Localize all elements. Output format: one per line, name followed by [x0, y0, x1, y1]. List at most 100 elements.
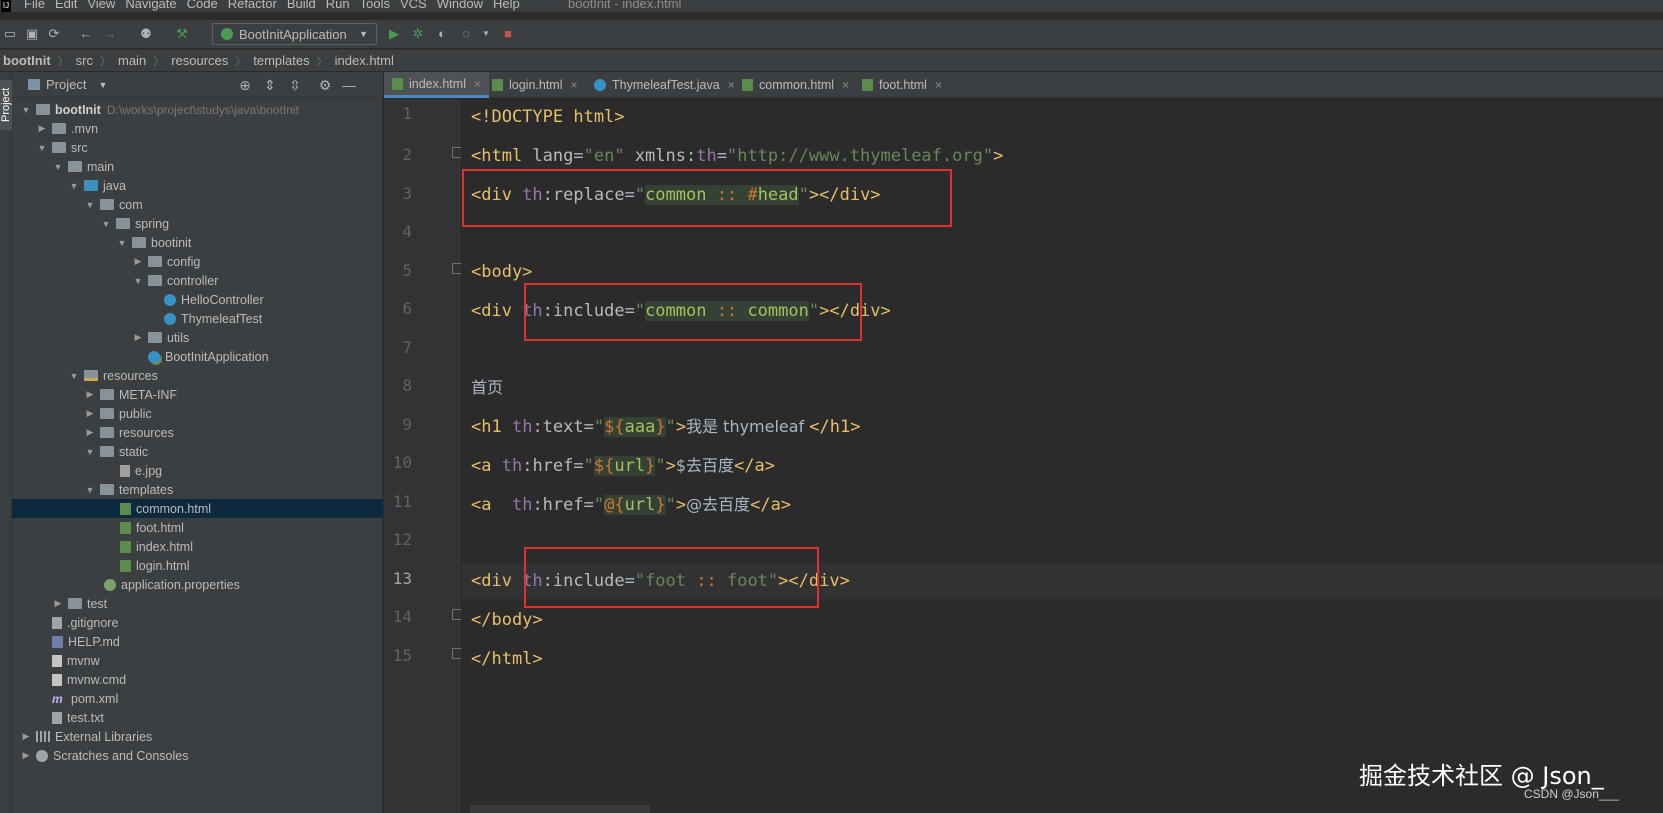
line-number: 11 [392, 492, 412, 511]
tree-item-static[interactable]: ▼ static [12, 442, 383, 461]
tree-item-resources-sub[interactable]: ▶ resources [12, 423, 383, 442]
tree-item-java[interactable]: ▼ java [12, 176, 383, 195]
tree-item-hellocontroller[interactable]: HelloController [12, 290, 383, 309]
close-icon[interactable]: × [571, 78, 578, 92]
close-icon[interactable]: × [842, 78, 849, 92]
debug-bug-icon[interactable]: ✲ [408, 24, 428, 44]
build-hammer-icon[interactable]: ⚒ [172, 24, 192, 44]
tree-item-templates[interactable]: ▼ templates [12, 480, 383, 499]
back-arrow-icon[interactable]: ← [76, 24, 96, 44]
tree-item-bootinit[interactable]: ▼ bootInit D:\works\project\studys\java\bo… [12, 100, 383, 119]
tree-label: controller [167, 273, 219, 288]
tree-item-main[interactable]: ▼ main [12, 157, 383, 176]
stop-icon[interactable]: ■ [498, 24, 518, 44]
menu-file[interactable]: File [24, 0, 45, 11]
tree-item-login-html[interactable]: login.html [12, 556, 383, 575]
tree-item-bootinit-package[interactable]: ▼ bootinit [12, 233, 383, 252]
sync-icon[interactable]: ⟳ [44, 24, 64, 44]
tree-item-mvnw[interactable]: mvnw [12, 651, 383, 670]
tree-item-meta-inf[interactable]: ▶ META-INF [12, 385, 383, 404]
open-folder-icon[interactable]: ▭ [0, 24, 20, 44]
close-icon[interactable]: × [935, 78, 942, 92]
tree-item-bootinitapplication[interactable]: BootInitApplication [12, 347, 383, 366]
menu-view[interactable]: View [87, 0, 115, 11]
expand-all-icon[interactable]: ⇕ [261, 76, 279, 94]
html-file-icon [120, 502, 131, 515]
breadcrumb-file[interactable]: index.html [335, 53, 394, 68]
tab-index-html[interactable]: index.html × [384, 72, 489, 98]
tab-common-html[interactable]: common.html × [734, 72, 857, 98]
menu-run[interactable]: Run [326, 0, 350, 11]
tree-label: config [167, 254, 201, 269]
breadcrumb-src[interactable]: src [76, 53, 93, 68]
tree-item-application-properties[interactable]: application.properties [12, 575, 383, 594]
tree-item-e-jpg[interactable]: e.jpg [12, 461, 383, 480]
chevron-down-icon: ▼ [69, 180, 79, 191]
tree-label: BootInitApplication [165, 349, 269, 364]
tree-label: resources [103, 368, 158, 383]
forward-arrow-icon[interactable]: → [100, 24, 120, 44]
tree-item-mvnw-cmd[interactable]: mvnw.cmd [12, 670, 383, 689]
tree-item-public[interactable]: ▶ public [12, 404, 383, 423]
menu-code[interactable]: Code [187, 0, 218, 11]
breadcrumb-resources[interactable]: resources [171, 53, 228, 68]
menu-navigate[interactable]: Navigate [125, 0, 176, 11]
tree-item-utils[interactable]: ▶ utils [12, 328, 383, 347]
coverage-icon[interactable]: ◐ [432, 24, 452, 44]
tree-item-com[interactable]: ▼ com [12, 195, 383, 214]
breadcrumb-templates[interactable]: templates [253, 53, 309, 68]
save-all-icon[interactable]: ▣ [22, 24, 42, 44]
menu-edit[interactable]: Edit [55, 0, 77, 11]
run-configuration-select[interactable]: BootInitApplication ▼ [212, 23, 377, 45]
run-icon[interactable]: ▶ [384, 24, 404, 44]
tree-item-foot-html[interactable]: foot.html [12, 518, 383, 537]
close-icon[interactable]: × [474, 77, 481, 91]
tree-item-gitignore[interactable]: .gitignore [12, 613, 383, 632]
menu-vcs[interactable]: VCS [400, 0, 427, 11]
gear-icon[interactable]: ⚙ [316, 76, 334, 94]
tree-item-pom-xml[interactable]: m pom.xml [12, 689, 383, 708]
chevron-down-icon: ▼ [37, 142, 47, 153]
tree-item-thymeleaftest[interactable]: ThymeleafTest [12, 309, 383, 328]
code-token: <a [471, 456, 502, 476]
user-icon[interactable]: ⚉ [136, 24, 156, 44]
tree-item-common-html[interactable]: common.html [12, 499, 383, 518]
tree-item-external-libraries[interactable]: ▶ External Libraries [12, 727, 383, 746]
project-view-selector[interactable]: Project ▼ [28, 77, 107, 92]
more-run-options-icon[interactable]: ▼ [476, 24, 496, 44]
minimize-icon[interactable]: — [340, 76, 358, 94]
tab-foot-html[interactable]: foot.html × [854, 72, 950, 98]
menu-window[interactable]: Window [437, 0, 483, 11]
code-token: <body> [471, 262, 533, 282]
collapse-all-icon[interactable]: ⇳ [286, 76, 304, 94]
highlight-box [462, 169, 952, 227]
tree-item-mvn[interactable]: ▶ .mvn [12, 119, 383, 138]
chevron-right-icon: 〉 [316, 55, 328, 68]
tree-item-spring[interactable]: ▼ spring [12, 214, 383, 233]
tree-item-config[interactable]: ▶ config [12, 252, 383, 271]
code-editor[interactable]: <!DOCTYPE html> <html lang="en" xmlns:th… [461, 99, 1663, 813]
line-number: 3 [402, 184, 412, 203]
menu-tools[interactable]: Tools [360, 0, 390, 11]
tree-item-test[interactable]: ▶ test [12, 594, 383, 613]
menu-build[interactable]: Build [287, 0, 316, 11]
package-icon [148, 275, 162, 286]
tab-login-html[interactable]: login.html × [484, 72, 586, 98]
tab-thymeleaftest-java[interactable]: ThymeleafTest.java × [586, 72, 743, 98]
tree-item-resources[interactable]: ▼ resources [12, 366, 383, 385]
tree-item-help-md[interactable]: HELP.md [12, 632, 383, 651]
profile-icon[interactable]: ◌ [456, 24, 476, 44]
menu-refactor[interactable]: Refactor [228, 0, 277, 11]
menu-help[interactable]: Help [493, 0, 520, 11]
tree-item-index-html[interactable]: index.html [12, 537, 383, 556]
project-tool-tab[interactable]: Project [0, 80, 12, 130]
breadcrumb-main[interactable]: main [118, 53, 146, 68]
html-file-icon [862, 79, 873, 91]
breadcrumb-project[interactable]: bootInit [3, 53, 51, 68]
tree-label: test.txt [67, 710, 104, 725]
locate-target-icon[interactable]: ⊕ [236, 76, 254, 94]
tree-item-src[interactable]: ▼ src [12, 138, 383, 157]
tree-item-controller[interactable]: ▼ controller [12, 271, 383, 290]
tree-item-test-txt[interactable]: test.txt [12, 708, 383, 727]
tree-item-scratches[interactable]: ▶ Scratches and Consoles [12, 746, 383, 765]
